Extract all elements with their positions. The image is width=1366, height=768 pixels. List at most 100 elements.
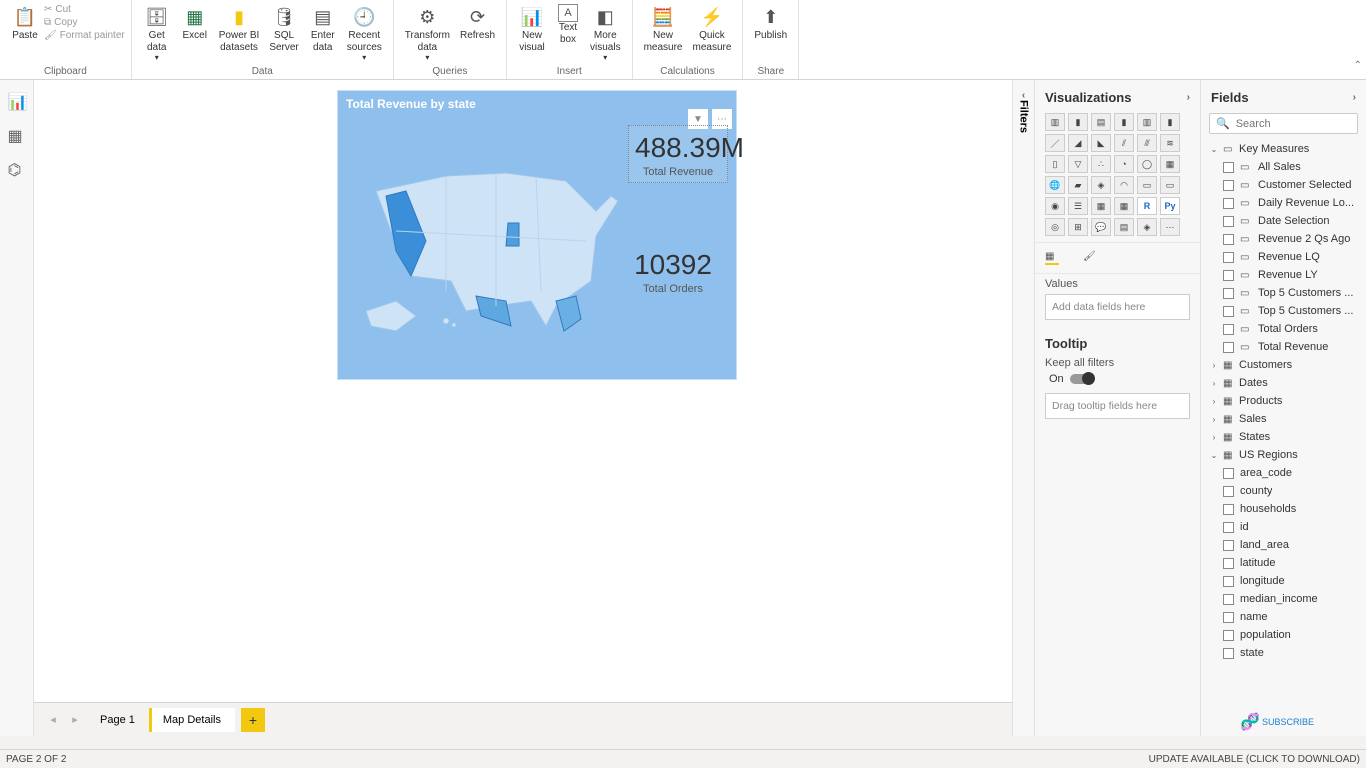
- viz-100-column[interactable]: ▮: [1160, 113, 1180, 131]
- viz-gauge[interactable]: ◠: [1114, 176, 1134, 194]
- pbi-datasets-button[interactable]: ▮Power BI datasets: [214, 2, 265, 55]
- checkbox[interactable]: [1223, 216, 1234, 227]
- field-item[interactable]: name: [1221, 608, 1362, 626]
- checkbox[interactable]: [1223, 468, 1234, 479]
- viz-stacked-column[interactable]: ▮: [1068, 113, 1088, 131]
- viz-donut[interactable]: ◯: [1137, 155, 1157, 173]
- tab-prev-button[interactable]: ◂: [42, 709, 64, 731]
- excel-button[interactable]: ▦Excel: [176, 2, 214, 44]
- checkbox[interactable]: [1223, 342, 1234, 353]
- field-item[interactable]: ▭Customer Selected: [1221, 176, 1362, 194]
- field-item[interactable]: ▭Total Revenue: [1221, 338, 1362, 356]
- viz-python[interactable]: Py: [1160, 197, 1180, 215]
- ribbon-collapse-icon[interactable]: ⌃: [1354, 60, 1362, 71]
- viz-clustered-bar[interactable]: ▤: [1091, 113, 1111, 131]
- viz-ribbon[interactable]: ≋: [1160, 134, 1180, 152]
- table-us-regions[interactable]: ⌄▦US Regions: [1207, 446, 1362, 464]
- checkbox[interactable]: [1223, 180, 1234, 191]
- viz-clustered-column[interactable]: ▮: [1114, 113, 1134, 131]
- field-item[interactable]: land_area: [1221, 536, 1362, 554]
- viz-map[interactable]: 🌐: [1045, 176, 1065, 194]
- field-item[interactable]: ▭Revenue LY: [1221, 266, 1362, 284]
- viz-treemap[interactable]: ▦: [1160, 155, 1180, 173]
- viz-r[interactable]: R: [1137, 197, 1157, 215]
- table-customers[interactable]: ›▦Customers: [1207, 356, 1362, 374]
- field-item[interactable]: id: [1221, 518, 1362, 536]
- new-visual-button[interactable]: 📊New visual: [513, 2, 551, 55]
- filters-pane-collapsed[interactable]: ‹ Filters: [1012, 80, 1034, 736]
- viz-table[interactable]: ▦: [1091, 197, 1111, 215]
- field-item[interactable]: ▭All Sales: [1221, 158, 1362, 176]
- checkbox[interactable]: [1223, 504, 1234, 515]
- cut-button[interactable]: ✂Cut: [44, 4, 125, 15]
- checkbox[interactable]: [1223, 324, 1234, 335]
- checkbox[interactable]: [1223, 306, 1234, 317]
- format-tab-icon[interactable]: 🖌: [1083, 251, 1097, 265]
- field-item[interactable]: state: [1221, 644, 1362, 662]
- fields-tab-icon[interactable]: ▦: [1045, 251, 1059, 265]
- get-data-button[interactable]: 🗄Get data▾: [138, 2, 176, 64]
- checkbox[interactable]: [1223, 594, 1234, 605]
- tab-map-details[interactable]: Map Details: [149, 708, 235, 732]
- viz-more[interactable]: ⋯: [1160, 218, 1180, 236]
- checkbox[interactable]: [1223, 630, 1234, 641]
- viz-qa[interactable]: 💬: [1091, 218, 1111, 236]
- refresh-button[interactable]: ⟳Refresh: [455, 2, 500, 44]
- viz-paginated[interactable]: ▤: [1114, 218, 1134, 236]
- tooltip-field-well[interactable]: Drag tooltip fields here: [1045, 393, 1190, 419]
- checkbox[interactable]: [1223, 198, 1234, 209]
- table-sales[interactable]: ›▦Sales: [1207, 410, 1362, 428]
- keep-filters-toggle[interactable]: [1070, 374, 1094, 384]
- map-visual[interactable]: Total Revenue by state ▼ ⋯ 488.39M: [337, 90, 737, 380]
- model-view-button[interactable]: ⌬: [8, 160, 26, 178]
- checkbox[interactable]: [1223, 558, 1234, 569]
- add-page-button[interactable]: +: [241, 708, 265, 732]
- sql-button[interactable]: 🛢SQL Server: [264, 2, 303, 55]
- viz-arcgis[interactable]: ◈: [1137, 218, 1157, 236]
- viz-line-column[interactable]: ⫽: [1114, 134, 1134, 152]
- field-item[interactable]: ▭Revenue LQ: [1221, 248, 1362, 266]
- report-view-button[interactable]: 📊: [8, 92, 26, 110]
- update-link[interactable]: UPDATE AVAILABLE (CLICK TO DOWNLOAD): [1149, 754, 1360, 765]
- viz-matrix[interactable]: ▦: [1114, 197, 1134, 215]
- viz-stacked-area[interactable]: ◣: [1091, 134, 1111, 152]
- viz-line-column2[interactable]: ⫻: [1137, 134, 1157, 152]
- field-item[interactable]: ▭Total Orders: [1221, 320, 1362, 338]
- chevron-right-icon[interactable]: ›: [1187, 92, 1190, 103]
- quick-measure-button[interactable]: ⚡Quick measure: [687, 2, 736, 55]
- viz-funnel[interactable]: ▽: [1068, 155, 1088, 173]
- table-key-measures[interactable]: ⌄▭Key Measures: [1207, 140, 1362, 158]
- field-item[interactable]: median_income: [1221, 590, 1362, 608]
- card-total-orders[interactable]: 10392 Total Orders: [628, 249, 718, 295]
- viz-area[interactable]: ◢: [1068, 134, 1088, 152]
- checkbox[interactable]: [1223, 288, 1234, 299]
- viz-filled-map[interactable]: ▰: [1068, 176, 1088, 194]
- enter-data-button[interactable]: ▤Enter data: [304, 2, 342, 55]
- viz-multi-card[interactable]: ▭: [1160, 176, 1180, 194]
- data-view-button[interactable]: ▦: [8, 126, 26, 144]
- report-canvas[interactable]: Total Revenue by state ▼ ⋯ 488.39M: [34, 80, 1012, 736]
- checkbox[interactable]: [1223, 162, 1234, 173]
- viz-100-bar[interactable]: ▥: [1137, 113, 1157, 131]
- checkbox[interactable]: [1223, 540, 1234, 551]
- checkbox[interactable]: [1223, 270, 1234, 281]
- paste-button[interactable]: 📋 Paste: [6, 2, 44, 44]
- field-item[interactable]: area_code: [1221, 464, 1362, 482]
- table-states[interactable]: ›▦States: [1207, 428, 1362, 446]
- tab-next-button[interactable]: ▸: [64, 709, 86, 731]
- values-field-well[interactable]: Add data fields here: [1045, 294, 1190, 320]
- viz-waterfall[interactable]: ▯: [1045, 155, 1065, 173]
- viz-card[interactable]: ▭: [1137, 176, 1157, 194]
- checkbox[interactable]: [1223, 648, 1234, 659]
- checkbox[interactable]: [1223, 234, 1234, 245]
- field-item[interactable]: latitude: [1221, 554, 1362, 572]
- more-visuals-button[interactable]: ◧More visuals▾: [585, 2, 626, 64]
- recent-sources-button[interactable]: 🕘Recent sources▾: [342, 2, 387, 64]
- field-item[interactable]: population: [1221, 626, 1362, 644]
- fields-search-input[interactable]: [1236, 118, 1366, 130]
- viz-pie[interactable]: ◔: [1114, 155, 1134, 173]
- viz-decomp[interactable]: ⊞: [1068, 218, 1088, 236]
- field-item[interactable]: ▭Revenue 2 Qs Ago: [1221, 230, 1362, 248]
- viz-key-influencers[interactable]: ◎: [1045, 218, 1065, 236]
- new-measure-button[interactable]: 🧮New measure: [639, 2, 688, 55]
